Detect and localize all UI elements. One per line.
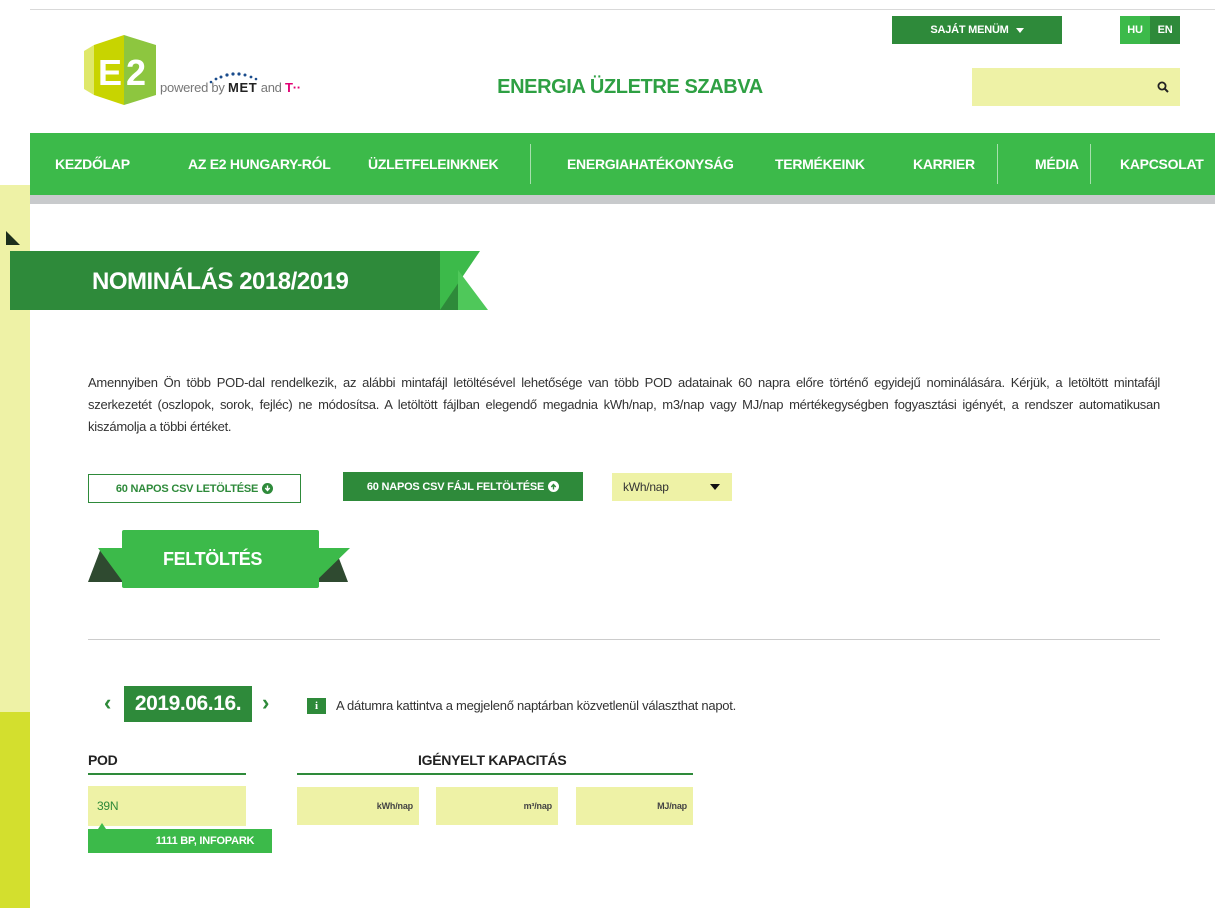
date-hint: A dátumra kattintva a megjelenő naptárba… [336, 698, 736, 713]
upload-banner-right-fold [315, 548, 350, 582]
title-banner-fold-shadow [458, 270, 488, 310]
met-logo-text: MET [227, 80, 258, 95]
nav-item-business[interactable]: ÜZLETFELEINKNEK [368, 133, 499, 195]
e2-logo[interactable]: E 2 [84, 35, 159, 105]
nav-underbar [30, 195, 1215, 204]
upload-button[interactable]: FELTÖLTÉS [122, 530, 319, 588]
powered-prefix: powered by [160, 80, 225, 95]
tagline: ENERGIA ÜZLETRE SZABVA [497, 76, 763, 98]
download-csv-button[interactable]: 60 NAPOS CSV LETÖLTÉSE [88, 474, 301, 503]
pod-column-underline [88, 773, 246, 775]
pod-tooltip: 1111 BP, INFOPARK [88, 829, 272, 853]
nav-item-energy-efficiency[interactable]: ENERGIAHATÉKONYSÁG [567, 133, 734, 195]
page-title: NOMINÁLÁS 2018/2019 [92, 268, 349, 295]
capacity-m3-field[interactable]: m³/nap [436, 787, 558, 825]
pod-column-label: POD [88, 752, 118, 768]
nav-separator [530, 144, 531, 184]
download-csv-label: 60 NAPOS CSV LETÖLTÉSE [115, 482, 259, 495]
prev-day-chevron-icon[interactable]: ‹ [104, 690, 111, 716]
caret-down-icon [1015, 27, 1024, 33]
nav-separator [997, 144, 998, 184]
arrow-circle-icon [262, 483, 274, 494]
my-menu-label: SAJÁT MENÜM [930, 24, 1009, 36]
svg-text:2: 2 [126, 52, 146, 93]
upload-csv-file-button[interactable]: 60 NAPOS CSV FÁJL FELTÖLTÉSE [343, 472, 583, 501]
main-nav: KEZDŐLAP AZ E2 HUNGARY-RÓL ÜZLETFELEINKN… [30, 133, 1215, 195]
left-decor-stripe-lower [0, 712, 30, 908]
nav-item-products[interactable]: TERMÉKEINK [775, 133, 865, 195]
svg-text:E: E [98, 52, 122, 93]
my-menu-button[interactable]: SAJÁT MENÜM [892, 16, 1062, 44]
nav-item-media[interactable]: MÉDIA [1035, 133, 1079, 195]
search-icon [1157, 81, 1169, 93]
lang-hu-button[interactable]: HU [1120, 16, 1150, 44]
caret-down-icon [710, 484, 720, 490]
top-border [30, 9, 1215, 10]
capacity-kwh-field[interactable]: kWh/nap [297, 787, 419, 825]
telekom-logo-text: T·· [285, 80, 301, 95]
intro-text: Amennyiben Ön több POD-dal rendelkezik, … [88, 375, 1160, 434]
info-icon: i [307, 698, 326, 714]
nav-item-home[interactable]: KEZDŐLAP [55, 133, 130, 195]
capacity-column-underline [297, 773, 693, 775]
powered-and: and [260, 80, 282, 95]
powered-by: powered by MET and T·· [160, 80, 301, 95]
nav-item-contact[interactable]: KAPCSOLAT [1120, 133, 1204, 195]
unit-select-value: kWh/nap [623, 480, 669, 494]
left-decor-notch [6, 231, 20, 245]
nav-item-about[interactable]: AZ E2 HUNGARY-RÓL [188, 133, 331, 195]
next-day-chevron-icon[interactable]: › [262, 690, 269, 716]
search-button[interactable] [1145, 68, 1180, 106]
lang-en-button[interactable]: EN [1150, 16, 1180, 44]
upload-csv-label: 60 NAPOS CSV FÁJL FELTÖLTÉSE [366, 480, 545, 493]
unit-select[interactable]: kWh/nap [612, 473, 732, 501]
section-divider [88, 639, 1160, 640]
capacity-mj-field[interactable]: MJ/nap [576, 787, 693, 825]
date-picker[interactable]: 2019.06.16. [124, 686, 252, 722]
nav-separator [1090, 144, 1091, 184]
arrow-circle-icon [548, 481, 560, 492]
nav-item-career[interactable]: KARRIER [913, 133, 975, 195]
pod-field[interactable]: 39N [88, 786, 246, 826]
upload-banner-left-fold [98, 548, 123, 582]
capacity-column-label: IGÉNYELT KAPACITÁS [418, 752, 567, 768]
